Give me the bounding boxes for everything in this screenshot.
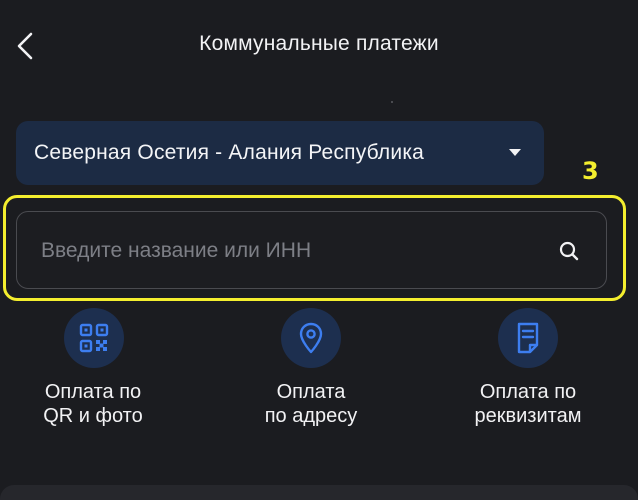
action-label-line1: Оплата по <box>44 381 142 403</box>
location-pin-icon <box>299 322 323 354</box>
action-label-line2: по адресу <box>264 405 358 427</box>
search-field[interactable] <box>16 211 607 290</box>
bottom-sheet-edge <box>0 485 638 500</box>
action-icon-circle <box>281 308 341 368</box>
action-label-line2: реквизитам <box>474 405 582 427</box>
action-label-line1: Оплата по <box>479 381 577 403</box>
action-label: Оплата по реквизитам <box>428 380 628 428</box>
action-icon-circle <box>498 308 558 368</box>
action-label-line1: Оплата <box>276 381 346 403</box>
step-annotation-number: 3 <box>582 157 599 185</box>
search-icon[interactable] <box>557 239 581 263</box>
decorative-dot <box>391 101 393 103</box>
region-select[interactable]: Северная Осетия - Алания Республика <box>16 121 544 185</box>
caret-down-icon <box>509 149 521 156</box>
action-label: Оплата по QR и фото <box>0 380 193 428</box>
pay-by-qr-button[interactable]: Оплата по QR и фото <box>0 308 193 438</box>
action-label: Оплата по адресу <box>211 380 411 428</box>
app-header: Коммунальные платежи <box>0 0 638 92</box>
action-label-line2: QR и фото <box>43 405 143 427</box>
qr-code-icon <box>79 323 109 353</box>
document-icon <box>517 322 539 354</box>
pay-by-address-button[interactable]: Оплата по адресу <box>211 308 411 438</box>
action-icon-circle <box>64 308 124 368</box>
region-select-value: Северная Осетия - Алания Республика <box>34 141 425 164</box>
pay-by-requisites-button[interactable]: Оплата по реквизитам <box>428 308 628 438</box>
page-title: Коммунальные платежи <box>199 32 439 55</box>
payments-screen: Коммунальные платежи Северная Осетия - А… <box>0 0 638 500</box>
search-input[interactable] <box>39 212 543 290</box>
